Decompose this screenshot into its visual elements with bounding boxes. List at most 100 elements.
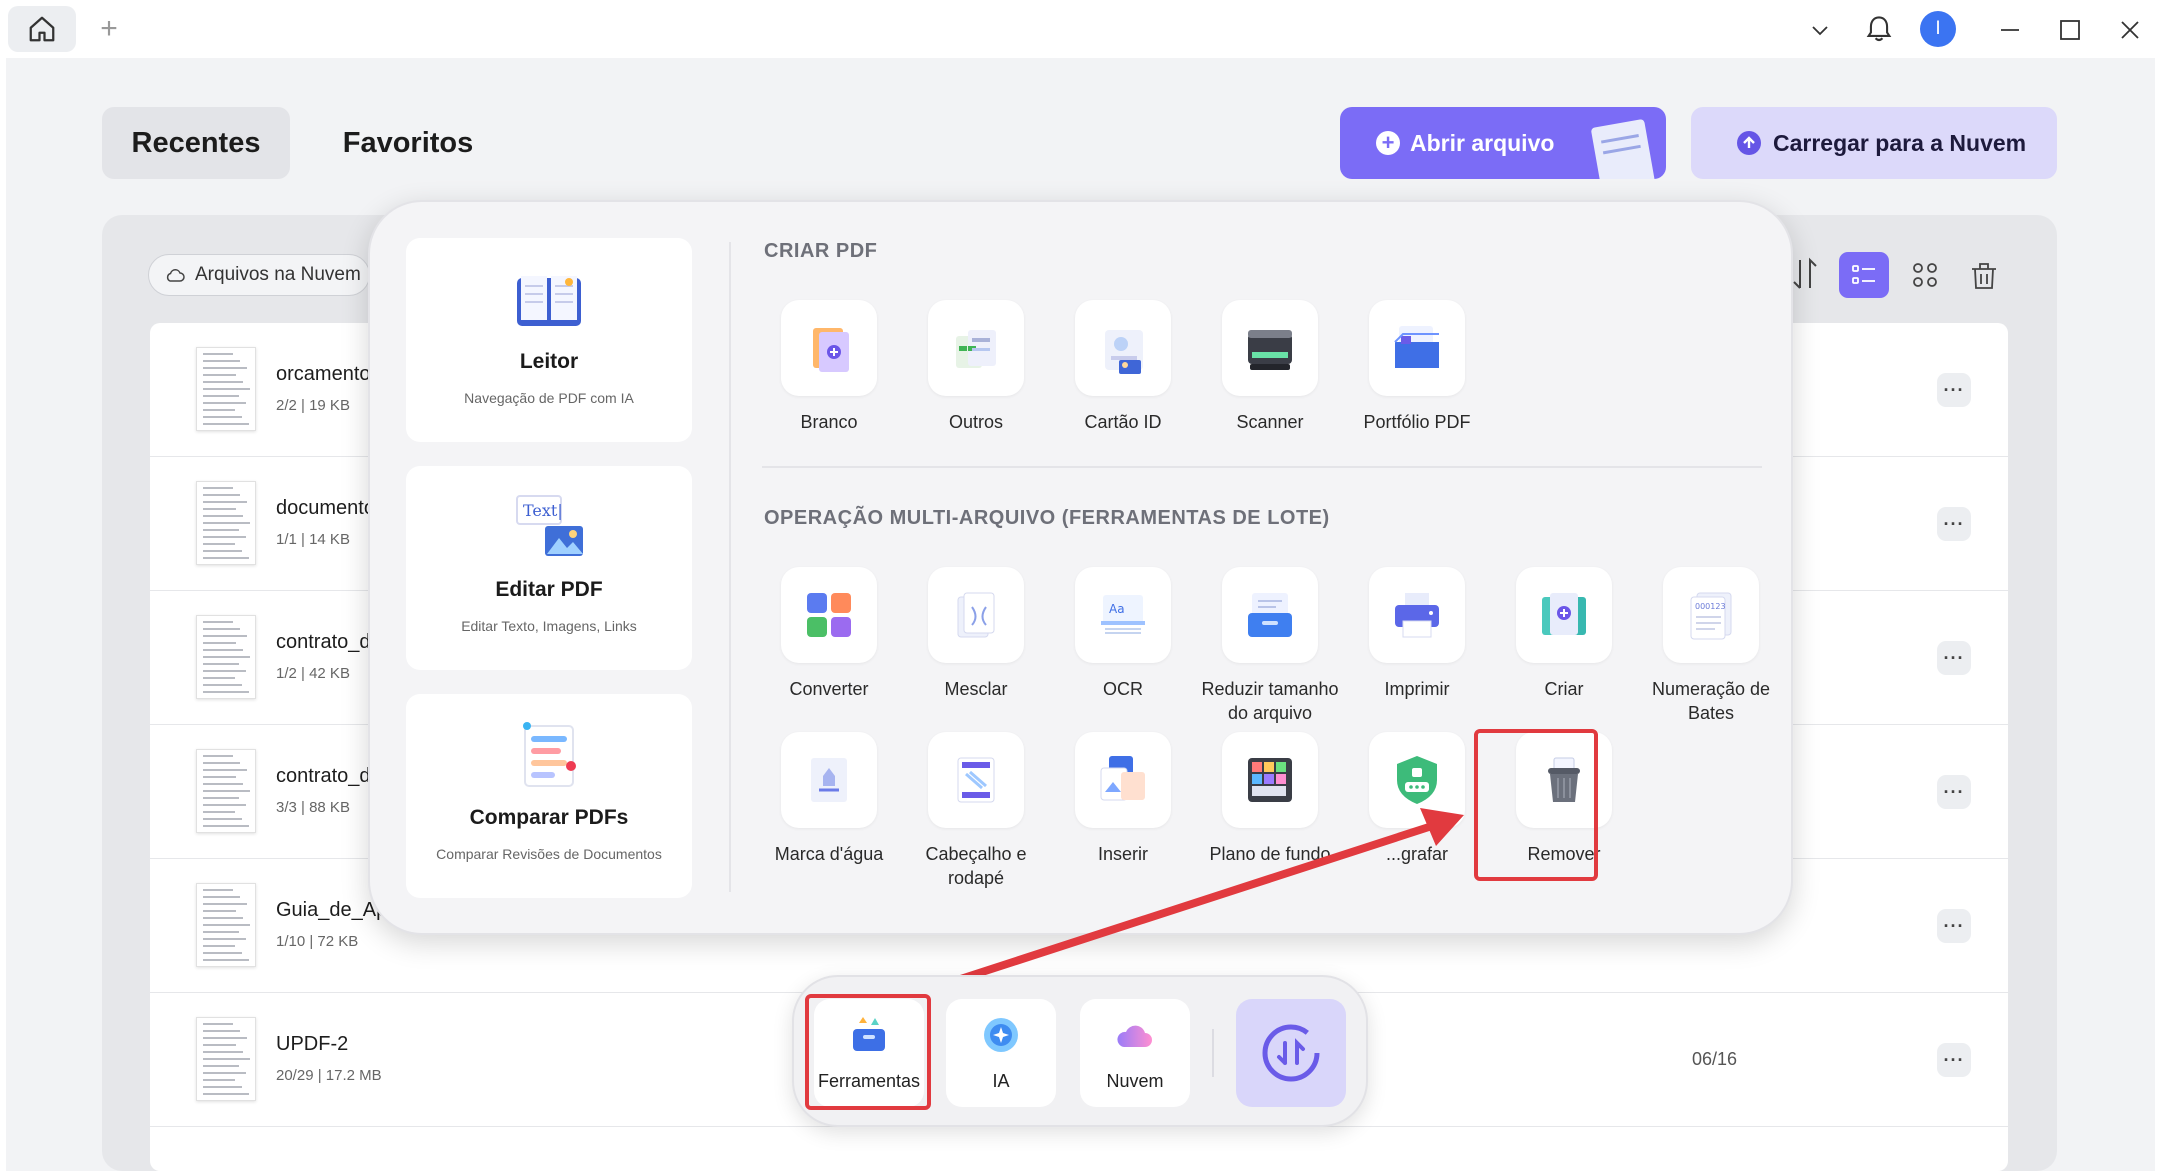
- portfolio-icon: [1394, 326, 1439, 368]
- upload-cloud-button[interactable]: Carregar para a Nuvem: [1691, 107, 2057, 179]
- tool-scanner[interactable]: Scanner: [1197, 300, 1343, 434]
- file-name: orcamento_: [276, 363, 382, 385]
- new-tab-button[interactable]: +: [94, 12, 124, 46]
- more-options-button[interactable]: ···: [1937, 909, 1971, 943]
- ai-icon: [984, 1018, 1018, 1052]
- file-meta: 2/2 | 19 KB: [276, 397, 350, 414]
- maximize-icon[interactable]: [2050, 12, 2090, 48]
- header-footer-icon: [957, 757, 995, 803]
- tool-encrypt-shield[interactable]: ...grafar: [1344, 732, 1490, 866]
- more-options-button[interactable]: ···: [1937, 775, 1971, 809]
- list-view-button[interactable]: [1839, 252, 1889, 298]
- sort-icon[interactable]: [1790, 254, 1826, 298]
- tool-ocr[interactable]: Aa OCR: [1050, 567, 1196, 701]
- compare-pdf-title: Comparar PDFs: [469, 806, 629, 829]
- upload-cloud-label: Carregar para a Nuvem: [1773, 130, 2027, 156]
- file-thumbnail: [196, 1017, 256, 1101]
- close-icon[interactable]: [2110, 12, 2150, 48]
- upload-arrow-icon: [1737, 131, 1761, 155]
- convert-circle-icon: [1262, 1024, 1320, 1082]
- tool-label: Converter: [789, 679, 869, 699]
- tool-label: Outros: [948, 412, 1004, 432]
- edit-pdf-card[interactable]: Text| Editar PDF Editar Texto, Imagens, …: [406, 466, 692, 670]
- home-tab[interactable]: [8, 6, 76, 52]
- file-meta: 1/2 | 42 KB: [276, 665, 350, 682]
- minimize-icon[interactable]: [1990, 12, 2030, 48]
- tool-label: Criar: [1544, 679, 1584, 699]
- tool-watermark[interactable]: Marca d'água: [756, 732, 902, 866]
- divider: [1212, 1029, 1214, 1077]
- bottom-dock: Ferramentas IA Nuvem: [792, 975, 1368, 1127]
- tool-label: Imprimir: [1384, 679, 1450, 699]
- file-thumbnail: [196, 347, 256, 431]
- compress-icon: [1248, 593, 1292, 637]
- tool-portfolio[interactable]: Portfólio PDF: [1344, 300, 1490, 434]
- book-icon: [517, 276, 581, 326]
- tool-label: Reduzir tamanho do arquivo: [1201, 679, 1339, 723]
- compare-pdf-card[interactable]: Comparar PDFs Comparar Revisões de Docum…: [406, 694, 692, 898]
- more-options-button[interactable]: ···: [1937, 1043, 1971, 1077]
- convert-icon: [807, 593, 851, 637]
- reader-title: Leitor: [519, 350, 579, 373]
- bates-icon: 000123: [1690, 592, 1732, 640]
- more-options-button[interactable]: ···: [1937, 507, 1971, 541]
- trash-bin-button[interactable]: [1959, 252, 2009, 298]
- cloud-icon: [1117, 1025, 1152, 1047]
- svg-text:Aa: Aa: [1109, 602, 1125, 616]
- ai-dock-button[interactable]: IA: [946, 999, 1056, 1107]
- file-thumbnail: [196, 749, 256, 833]
- tool-insert[interactable]: Inserir: [1050, 732, 1196, 866]
- open-file-label: Abrir arquivo: [1410, 130, 1555, 156]
- avatar[interactable]: I: [1920, 11, 1956, 47]
- tool-label: Cartão ID: [1084, 412, 1162, 432]
- grid-view-button[interactable]: [1900, 252, 1950, 298]
- insert-icon: [1100, 756, 1145, 801]
- tool-background[interactable]: Plano de fundo: [1197, 732, 1343, 866]
- tool-label: Inserir: [1097, 844, 1148, 864]
- tool-label: Mesclar: [944, 679, 1008, 699]
- cloud-files-filter[interactable]: Arquivos na Nuvem: [148, 254, 370, 296]
- dropdown-chevron-icon[interactable]: [1802, 12, 1838, 48]
- tool-blank-page[interactable]: Branco: [756, 300, 902, 434]
- create-icon: [1542, 593, 1586, 635]
- tool-printer[interactable]: Imprimir: [1344, 567, 1490, 701]
- tools-popup: Leitor Navegação de PDF com IA Text| Edi…: [368, 200, 1793, 935]
- tool-label: ...grafar: [1385, 844, 1449, 864]
- tool-header-footer[interactable]: Cabeçalho e rodapé: [903, 732, 1049, 890]
- tab-recent[interactable]: Recentes: [102, 107, 290, 179]
- file-date: 06/16: [1692, 1049, 1738, 1069]
- notification-bell-icon[interactable]: [1860, 10, 1898, 48]
- other-files-icon: [956, 330, 996, 368]
- file-thumbnail: [196, 481, 256, 565]
- tool-other-files[interactable]: Outros: [903, 300, 1049, 434]
- tool-bates[interactable]: 000123 Numeração de Bates: [1638, 567, 1784, 725]
- tool-label: Branco: [800, 412, 858, 432]
- file-name: contrato_de: [276, 765, 382, 787]
- tool-id-card[interactable]: Cartão ID: [1050, 300, 1196, 434]
- tool-merge[interactable]: Mesclar: [903, 567, 1049, 701]
- tool-label: Plano de fundo: [1209, 844, 1331, 864]
- bin-icon: [1972, 263, 1996, 289]
- blank-page-icon: [813, 328, 849, 372]
- compare-icon: [523, 722, 576, 787]
- convert-dock-button[interactable]: [1236, 999, 1346, 1107]
- tool-convert[interactable]: Converter: [756, 567, 902, 701]
- tab-favorites[interactable]: Favoritos: [330, 107, 486, 179]
- svg-text:Text|: Text|: [523, 501, 563, 520]
- tool-create[interactable]: Criar: [1491, 567, 1637, 701]
- open-file-button[interactable]: + Abrir arquivo: [1340, 107, 1666, 179]
- file-thumbnail: [196, 883, 256, 967]
- grid-view-icon: [1913, 263, 1937, 287]
- tool-compress[interactable]: Reduzir tamanho do arquivo: [1197, 567, 1343, 725]
- more-options-button[interactable]: ···: [1937, 373, 1971, 407]
- watermark-icon: [811, 758, 847, 802]
- edit-pdf-subtitle: Editar Texto, Imagens, Links: [461, 618, 637, 634]
- more-options-button[interactable]: ···: [1937, 641, 1971, 675]
- tool-label: Scanner: [1236, 412, 1304, 432]
- reader-card[interactable]: Leitor Navegação de PDF com IA: [406, 238, 692, 442]
- cloud-files-label: Arquivos na Nuvem: [195, 264, 361, 285]
- cloud-label: Nuvem: [1106, 1071, 1164, 1091]
- cloud-dock-button[interactable]: Nuvem: [1080, 999, 1190, 1107]
- tool-label: Portfólio PDF: [1363, 412, 1471, 432]
- file-meta: 3/3 | 88 KB: [276, 799, 350, 816]
